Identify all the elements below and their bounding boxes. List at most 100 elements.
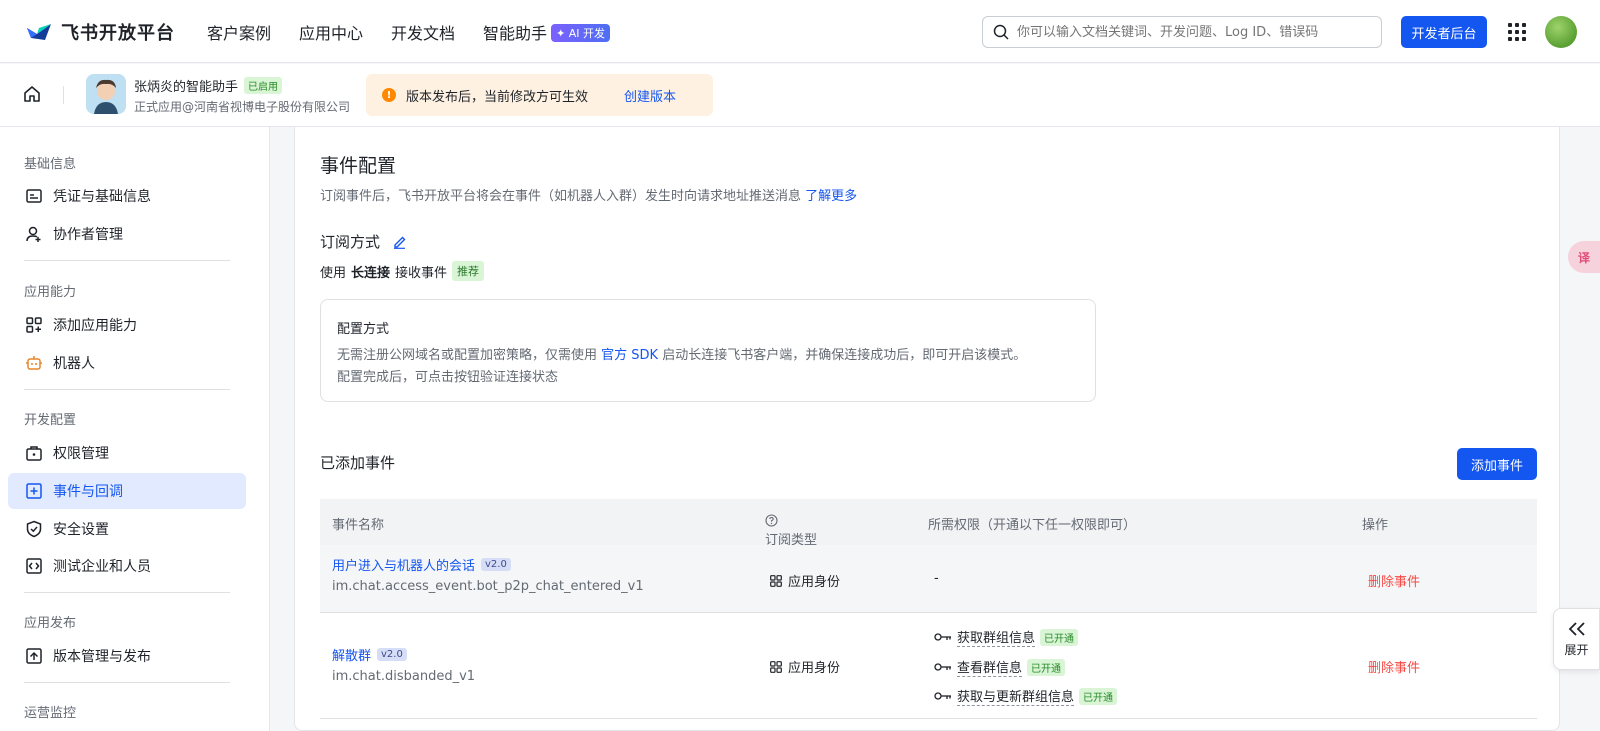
- sidebar-item-label: 事件与回调: [53, 484, 123, 500]
- delete-event-button[interactable]: 删除事件: [1368, 657, 1420, 676]
- sidebar-group-monitoring: 运营监控: [24, 706, 77, 721]
- expand-label: 展开: [1564, 642, 1589, 657]
- sidebar-item-bot[interactable]: 机器人: [8, 345, 246, 381]
- sidebar: 基础信息 凭证与基础信息 协作者管理 应用能力 添加应用能力 机器人 开发配置 …: [0, 127, 270, 731]
- nav-customer-cases[interactable]: 客户案例: [207, 20, 271, 44]
- shield-check-icon: [26, 520, 42, 538]
- sidebar-item-version-release[interactable]: 版本管理与发布: [8, 638, 246, 674]
- home-icon[interactable]: [22, 84, 42, 104]
- help-icon[interactable]: [765, 514, 778, 527]
- search-box[interactable]: [982, 16, 1382, 48]
- sidebar-group-capabilities: 应用能力: [24, 285, 77, 300]
- translate-float-button[interactable]: 译: [1568, 241, 1600, 273]
- permission-item: 查看群信息 已开通: [934, 657, 1066, 677]
- lock-bag-icon: [26, 446, 42, 461]
- recommend-badge: 推荐: [452, 261, 485, 281]
- sidebar-item-security[interactable]: 安全设置: [8, 511, 246, 547]
- warning-icon: !: [382, 88, 396, 102]
- subscribe-mode: 使用 长连接 接收事件 推荐: [320, 261, 485, 281]
- sidebar-group-basic: 基础信息: [24, 157, 77, 172]
- nav-app-center[interactable]: 应用中心: [299, 20, 363, 44]
- ai-dev-badge: ✦ AI 开发: [551, 24, 611, 42]
- permission-name[interactable]: 获取群组信息: [957, 627, 1036, 647]
- edit-icon[interactable]: [392, 234, 407, 249]
- official-sdk-link[interactable]: 官方 SDK: [601, 348, 658, 363]
- developer-console-button[interactable]: 开发者后台: [1401, 16, 1487, 48]
- version-notice: ! 版本发布后，当前修改方可生效 创建版本: [366, 74, 713, 116]
- config-desc-b: 启动长连接飞书客户端，并确保连接成功后，即可开启该模式。: [662, 348, 1027, 363]
- event-name[interactable]: 用户进入与机器人的会话 v2.0: [332, 555, 511, 574]
- sidebar-item-credentials[interactable]: 凭证与基础信息: [8, 178, 246, 214]
- sidebar-item-permissions[interactable]: 权限管理: [8, 435, 246, 471]
- table-row: 解散群 v2.0 im.chat.disbanded_v1 应用身份 获取群组信…: [320, 613, 1537, 719]
- delete-event-button[interactable]: 删除事件: [1368, 571, 1420, 590]
- nav-smart-assistant[interactable]: 智能助手 ✦ AI 开发: [483, 20, 611, 44]
- expand-panel-button[interactable]: 展开: [1553, 608, 1600, 670]
- app-header-bar: 张炳炎的智能助手 已启用 正式应用@河南省视博电子股份有限公司 ! 版本发布后，…: [0, 64, 1600, 127]
- apps-add-icon: [26, 317, 42, 333]
- subscribe-type: 应用身份: [770, 657, 840, 676]
- main-content: 事件配置 订阅事件后，飞书开放平台将会在事件（如机器人入群）发生时向请求地址推送…: [294, 127, 1560, 731]
- col-subscribe-type: 订阅类型: [765, 514, 817, 548]
- sidebar-group-publish: 应用发布: [24, 616, 77, 631]
- add-event-button[interactable]: 添加事件: [1457, 448, 1537, 480]
- sidebar-item-label: 权限管理: [53, 446, 109, 462]
- page-description: 订阅事件后，飞书开放平台将会在事件（如机器人入群）发生时向请求地址推送消息 了解…: [320, 185, 857, 204]
- col-permissions: 所需权限（开通以下任一权限即可）: [928, 518, 1137, 533]
- translate-icon: 译: [1577, 250, 1590, 265]
- sidebar-item-label: 凭证与基础信息: [53, 189, 151, 205]
- sidebar-item-collaborators[interactable]: 协作者管理: [8, 216, 246, 252]
- permission-status-badge: 已开通: [1040, 628, 1079, 646]
- version-badge: v2.0: [481, 558, 511, 571]
- sidebar-item-label: 协作者管理: [53, 227, 123, 243]
- permission-empty: -: [934, 571, 939, 586]
- notice-text: 版本发布后，当前修改方可生效: [406, 89, 589, 105]
- learn-more-link[interactable]: 了解更多: [805, 189, 857, 204]
- subscribe-type-text: 应用身份: [788, 661, 841, 676]
- top-nav: 客户案例 应用中心 开发文档 智能助手 ✦ AI 开发: [207, 20, 611, 44]
- apps-grid-icon[interactable]: [1508, 23, 1526, 41]
- divider: [63, 86, 64, 104]
- col-event-name: 事件名称: [332, 518, 385, 533]
- event-name[interactable]: 解散群 v2.0: [332, 645, 407, 664]
- sidebar-item-events-callbacks[interactable]: 事件与回调: [8, 473, 246, 509]
- divider: [24, 592, 230, 593]
- config-method-desc: 无需注册公网域名或配置加密策略，仅需使用 官方 SDK 启动长连接飞书客户端，并…: [337, 345, 1079, 389]
- events-table-header: 事件名称 订阅类型 所需权限（开通以下任一权限即可） 操作: [320, 499, 1537, 548]
- permission-item: 获取群组信息 已开通: [934, 627, 1079, 647]
- event-name-text: 用户进入与机器人的会话: [332, 559, 476, 574]
- event-code: im.chat.disbanded_v1: [332, 669, 476, 684]
- added-events-title: 已添加事件: [320, 454, 396, 472]
- key-icon: [934, 633, 951, 641]
- create-version-link[interactable]: 创建版本: [624, 86, 676, 105]
- mode-prefix: 使用: [320, 265, 347, 281]
- sidebar-item-add-capability[interactable]: 添加应用能力: [8, 307, 246, 343]
- user-avatar[interactable]: [1545, 16, 1577, 48]
- permission-item: 获取与更新群组信息 已开通: [934, 686, 1118, 706]
- key-icon: [934, 663, 951, 671]
- subscribe-type: 应用身份: [770, 571, 840, 590]
- divider: [24, 682, 230, 683]
- nav-dev-docs[interactable]: 开发文档: [391, 20, 455, 44]
- app-identity-icon: [770, 660, 782, 673]
- sidebar-item-test-enterprise[interactable]: 测试企业和人员: [8, 548, 246, 584]
- event-name-text: 解散群: [332, 649, 372, 664]
- sidebar-item-label: 版本管理与发布: [53, 649, 151, 665]
- subscribe-type-text: 应用身份: [788, 575, 841, 590]
- permission-status-badge: 已开通: [1027, 658, 1066, 676]
- code-box-icon: [26, 558, 42, 574]
- config-desc-a: 无需注册公网域名或配置加密策略，仅需使用: [337, 348, 598, 363]
- credential-card-icon: [26, 189, 42, 203]
- subscribe-method-label: 订阅方式: [320, 233, 381, 251]
- sidebar-group-dev-config: 开发配置: [24, 413, 77, 428]
- logo[interactable]: 飞书开放平台: [25, 19, 175, 45]
- app-subtitle: 正式应用@河南省视博电子股份有限公司: [134, 100, 351, 114]
- event-add-icon: [26, 483, 42, 499]
- event-code: im.chat.access_event.bot_p2p_chat_entere…: [332, 579, 644, 594]
- col-actions: 操作: [1362, 518, 1389, 533]
- permission-name[interactable]: 查看群信息: [957, 657, 1023, 677]
- app-status-badge: 已启用: [244, 77, 283, 94]
- search-input[interactable]: [1017, 24, 1367, 40]
- config-desc-line2: 配置完成后，可点击按钮验证连接状态: [337, 370, 559, 385]
- permission-name[interactable]: 获取与更新群组信息: [957, 686, 1075, 706]
